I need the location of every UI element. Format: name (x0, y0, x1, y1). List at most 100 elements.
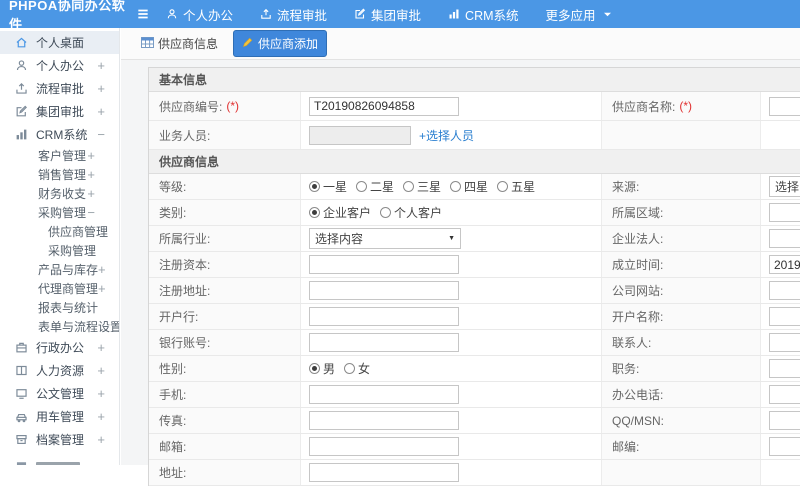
expand-toggle[interactable]: + (97, 433, 105, 446)
expand-toggle[interactable]: + (87, 168, 95, 181)
section-header-basic-info: 基本信息 (149, 68, 800, 92)
nav-crm-system[interactable]: CRM系统 (448, 5, 519, 24)
position-input[interactable] (769, 359, 800, 378)
sidebar-item-customer-management[interactable]: 客户管理 + (0, 146, 119, 165)
nav-group-approval[interactable]: 集团审批 (354, 5, 421, 24)
required-mark: (*) (226, 99, 240, 113)
supplier-name-input[interactable] (769, 96, 800, 116)
established-date-input[interactable] (769, 255, 800, 274)
expand-toggle[interactable]: + (87, 149, 95, 162)
sidebar-item-vehicle-management[interactable]: 用车管理 + (0, 405, 119, 428)
radio-icon (356, 181, 368, 192)
qq-msn-input[interactable] (769, 411, 800, 430)
sidebar-item-personal-desktop[interactable]: 个人桌面 (0, 31, 119, 54)
registered-capital-input[interactable] (309, 255, 459, 274)
sidebar-item-product-inventory[interactable]: 产品与库存 + (0, 260, 119, 279)
radio-icon (344, 363, 356, 374)
radio-option[interactable]: 男 (309, 360, 335, 377)
bank-label: 开户行: (149, 304, 301, 329)
radio-icon (403, 181, 415, 192)
top-navigation: 个人办公 流程审批 集团审批 CRM系统 更多应用 (166, 5, 612, 24)
radio-icon (380, 207, 392, 218)
form-row: 性别: 男 女 职务: (149, 356, 800, 382)
radio-option[interactable]: 个人客户 (380, 204, 442, 221)
archive-icon (15, 433, 28, 446)
car-icon (15, 410, 28, 423)
account-name-label: 开户名称: (601, 304, 761, 329)
sidebar-item-procurement[interactable]: 采购管理 (0, 241, 119, 260)
address-input[interactable] (309, 463, 459, 482)
sidebar-item-archive-management[interactable]: 档案管理 + (0, 428, 119, 451)
mobile-input[interactable] (309, 385, 459, 404)
bank-input[interactable] (309, 307, 459, 326)
expand-toggle[interactable]: + (97, 364, 105, 377)
fax-input[interactable] (309, 411, 459, 430)
radio-option[interactable]: 女 (344, 360, 370, 377)
radio-option[interactable]: 二星 (356, 178, 394, 195)
nav-more-apps[interactable]: 更多应用 (546, 5, 612, 24)
radio-option[interactable]: 企业客户 (309, 204, 371, 221)
nav-workflow-approval[interactable]: 流程审批 (260, 5, 327, 24)
sidebar-item-group-approval[interactable]: 集团审批 + (0, 100, 119, 123)
legal-person-input[interactable] (769, 229, 800, 248)
expand-toggle[interactable]: + (97, 387, 105, 400)
sidebar-item-reports-statistics[interactable]: 报表与统计 (0, 298, 119, 317)
tab-supplier-info[interactable]: 供应商信息 (133, 31, 226, 56)
expand-toggle[interactable]: + (98, 263, 106, 276)
radio-option[interactable]: 五星 (497, 178, 535, 195)
sidebar-item-finance[interactable]: 财务收支 + (0, 184, 119, 203)
sidebar-item-sales-management[interactable]: 销售管理 + (0, 165, 119, 184)
region-input[interactable] (769, 203, 800, 222)
expand-toggle[interactable]: + (87, 187, 95, 200)
registered-address-input[interactable] (309, 281, 459, 300)
sidebar-item-agent-management[interactable]: 代理商管理 + (0, 279, 119, 298)
radio-option[interactable]: 一星 (309, 178, 347, 195)
category-radio-group: 企业客户 个人客户 (309, 204, 442, 221)
expand-toggle[interactable]: + (97, 105, 105, 118)
position-label: 职务: (601, 356, 761, 381)
edit-icon (15, 105, 28, 118)
expand-toggle[interactable]: + (97, 341, 105, 354)
account-name-input[interactable] (769, 307, 800, 326)
supplier-code-input[interactable] (309, 96, 459, 116)
supplier-code-label: 供应商编号: (*) (149, 92, 301, 120)
expand-toggle[interactable]: + (97, 410, 105, 423)
top-bar: PHPOA协同办公软件 个人办公 流程审批 集团审批 CRM系统 更多应用 (0, 0, 800, 32)
sidebar-item-supplier-management[interactable]: 供应商管理 (0, 222, 119, 241)
email-input[interactable] (309, 437, 459, 456)
sidebar-item-personal-office[interactable]: 个人办公 + (0, 54, 119, 77)
radio-icon (497, 181, 509, 192)
radio-option[interactable]: 三星 (403, 178, 441, 195)
sidebar-item-human-resources[interactable]: 人力资源 + (0, 359, 119, 382)
source-select[interactable]: 选择内容 ▼ (769, 176, 800, 197)
sidebar-item-workflow-approval[interactable]: 流程审批 + (0, 77, 119, 100)
industry-label: 所属行业: (149, 226, 301, 251)
main-content: 供应商信息 供应商添加 基本信息 供应商编号: (*) 供应商名称: (121, 28, 800, 486)
bank-account-input[interactable] (309, 333, 459, 352)
expand-toggle[interactable]: + (97, 82, 105, 95)
sidebar-item-partial[interactable] (0, 454, 119, 465)
website-input[interactable] (769, 281, 800, 300)
sidebar-item-document-management[interactable]: 公文管理 + (0, 382, 119, 405)
nav-personal-office[interactable]: 个人办公 (166, 5, 233, 24)
sidebar-item-crm-system[interactable]: CRM系统 − (0, 123, 119, 146)
expand-toggle[interactable]: + (97, 59, 105, 72)
source-label: 来源: (601, 174, 761, 199)
region-label: 所属区域: (601, 200, 761, 225)
zip-input[interactable] (769, 437, 800, 456)
staff-input[interactable] (309, 125, 411, 145)
sidebar-item-administration[interactable]: 行政办公 + (0, 336, 119, 359)
choose-staff-link[interactable]: +选择人员 (419, 127, 474, 144)
radio-option[interactable]: 四星 (450, 178, 488, 195)
sidebar-item-form-workflow-settings[interactable]: 表单与流程设置 + (0, 317, 119, 336)
industry-select[interactable]: 选择内容 ▼ (309, 228, 461, 249)
sidebar-item-purchase-management[interactable]: 采购管理 − (0, 203, 119, 222)
collapse-toggle[interactable]: − (87, 206, 95, 219)
expand-toggle[interactable]: + (98, 282, 106, 295)
chart-icon (15, 128, 28, 141)
office-phone-input[interactable] (769, 385, 800, 404)
tab-supplier-add[interactable]: 供应商添加 (233, 30, 328, 57)
hamburger-menu-icon[interactable] (136, 7, 150, 21)
contact-input[interactable] (769, 333, 800, 352)
collapse-toggle[interactable]: − (97, 128, 105, 141)
